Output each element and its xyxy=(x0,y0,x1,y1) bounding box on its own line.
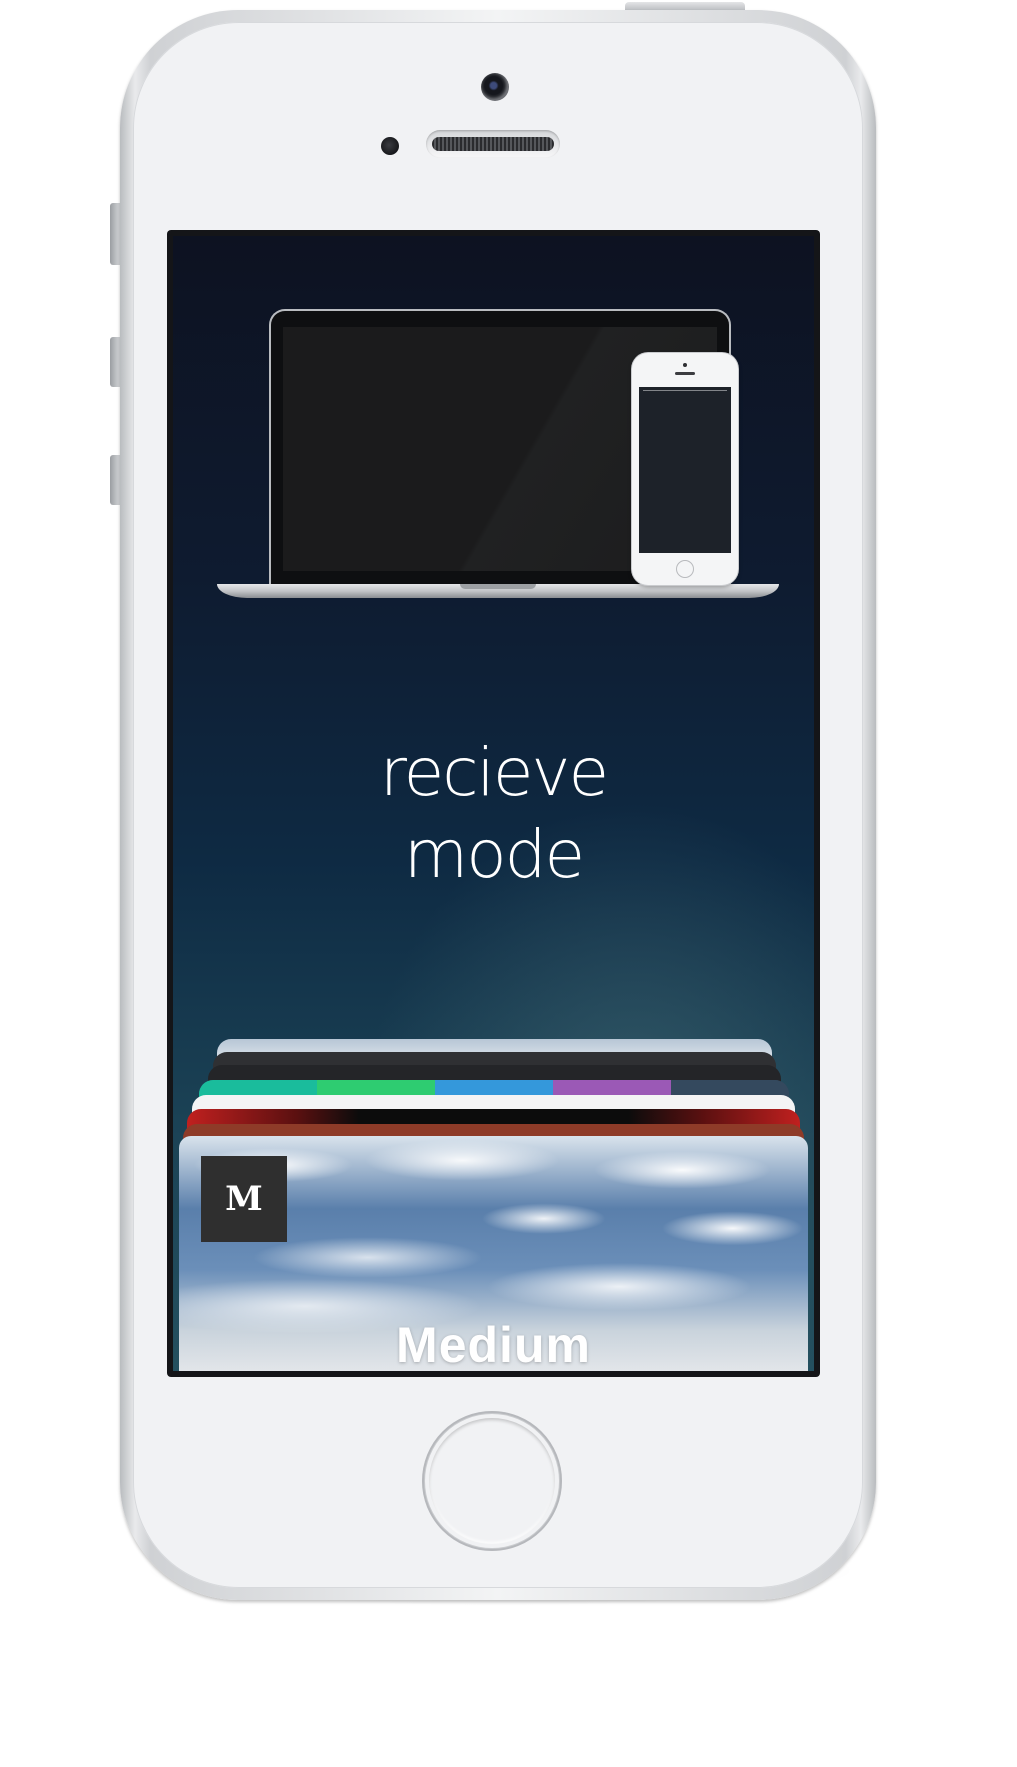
card-stack[interactable]: M Medium xyxy=(173,1039,814,1371)
mini-phone-screen xyxy=(639,387,731,553)
mute-switch[interactable] xyxy=(110,203,120,265)
proximity-sensor xyxy=(381,137,399,155)
phone-screen: recieve mode M Medium xyxy=(167,230,820,1377)
mini-phone-home-button xyxy=(676,560,694,578)
devices-illustration xyxy=(217,311,779,601)
medium-logo-icon: M xyxy=(201,1156,287,1242)
laptop-notch xyxy=(460,584,536,589)
home-button-icon[interactable] xyxy=(422,1411,562,1551)
mini-phone-status-bar xyxy=(643,390,727,394)
headline-line-1: recieve xyxy=(379,734,609,811)
earpiece-speaker xyxy=(426,130,560,158)
mini-phone-camera xyxy=(683,363,687,367)
front-camera-icon xyxy=(481,73,509,101)
volume-down-button[interactable] xyxy=(110,455,120,505)
phone-icon xyxy=(632,353,738,585)
headline-line-2: mode xyxy=(403,816,585,893)
mini-phone-speaker xyxy=(675,372,695,375)
screen-background: recieve mode M Medium xyxy=(173,236,814,1371)
mode-headline: recieve mode xyxy=(173,732,814,896)
medium-card[interactable]: M Medium xyxy=(179,1136,808,1371)
medium-card-title: Medium xyxy=(396,1317,591,1371)
volume-up-button[interactable] xyxy=(110,337,120,387)
